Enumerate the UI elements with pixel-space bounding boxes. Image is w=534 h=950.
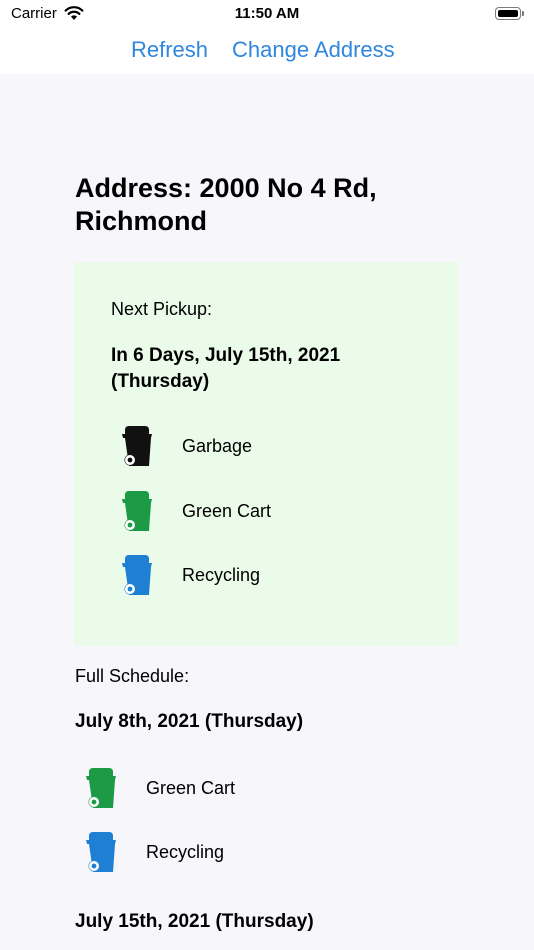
- status-bar: Carrier 11:50 AM: [0, 0, 534, 28]
- recycling-bin-icon: [86, 832, 116, 872]
- next-pickup-date: In 6 Days, July 15th, 2021 (Thursday): [111, 345, 341, 392]
- navigation-bar: Refresh Change Address: [0, 28, 534, 74]
- schedule-item-label: Recycling: [146, 842, 225, 862]
- pickup-item-label: Recycling: [182, 565, 261, 585]
- next-pickup-label: Next Pickup:: [111, 299, 213, 319]
- green-cart-icon: [86, 768, 116, 808]
- battery-level: [498, 10, 518, 17]
- garbage-bin-icon: [122, 426, 152, 466]
- pickup-item-label: Green Cart: [182, 501, 272, 521]
- refresh-button[interactable]: Refresh: [131, 37, 208, 63]
- clock: 11:50 AM: [234, 5, 300, 22]
- next-pickup-card: Next Pickup: In 6 Days, July 15th, 2021 …: [74, 262, 458, 646]
- address-title: Address: 2000 No 4 Rd, Richmond: [75, 173, 377, 236]
- recycling-bin-icon: [122, 555, 152, 595]
- green-cart-icon: [122, 491, 152, 531]
- schedule-item-label: Green Cart: [146, 778, 236, 798]
- full-schedule-label: Full Schedule:: [75, 666, 190, 686]
- schedule-date: July 15th, 2021 (Thursday): [75, 911, 314, 932]
- battery-icon: [495, 7, 521, 20]
- schedule-date: July 8th, 2021 (Thursday): [75, 711, 304, 732]
- battery-cap: [522, 11, 524, 16]
- change-address-button[interactable]: Change Address: [232, 37, 395, 63]
- pickup-item-label: Garbage: [182, 436, 253, 456]
